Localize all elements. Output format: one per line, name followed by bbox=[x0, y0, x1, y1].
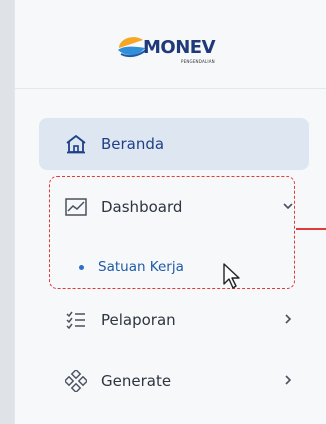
sidebar-item-beranda[interactable]: Beranda bbox=[39, 118, 309, 170]
checklist-icon bbox=[65, 309, 87, 331]
sidebar-item-label: Generate bbox=[101, 372, 172, 390]
mouse-cursor-icon bbox=[223, 263, 240, 289]
diamond-grid-icon bbox=[65, 370, 87, 392]
brand-logo[interactable]: MONEV PENGENDALIAN bbox=[115, 24, 235, 68]
logo-area: MONEV PENGENDALIAN bbox=[15, 0, 326, 89]
annotation-connector-line bbox=[296, 228, 326, 230]
logo-subtitle: PENGENDALIAN bbox=[181, 59, 215, 64]
home-icon bbox=[65, 133, 87, 155]
sidebar-item-label: Beranda bbox=[101, 135, 165, 153]
chevron-right-icon bbox=[285, 314, 292, 324]
sidebar-item-label: Pelaporan bbox=[101, 311, 176, 329]
sidebar-item-pelaporan[interactable]: Pelaporan bbox=[39, 294, 309, 346]
logo-text: MONEV bbox=[143, 37, 216, 58]
annotation-dashed-box bbox=[49, 176, 295, 289]
sidebar-item-generate[interactable]: Generate bbox=[39, 355, 309, 407]
chevron-right-icon bbox=[285, 375, 292, 385]
